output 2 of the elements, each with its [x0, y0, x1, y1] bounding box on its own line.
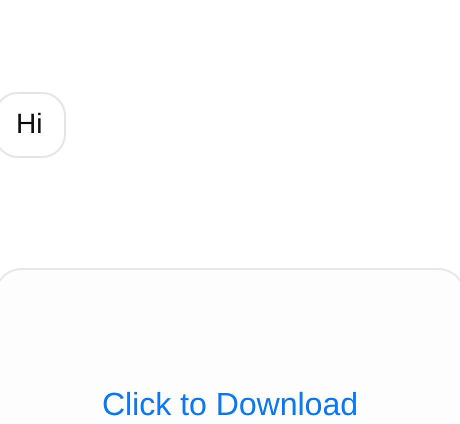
download-link[interactable]: Click to Download: [102, 380, 358, 424]
message-bubble: Hi: [0, 92, 66, 158]
